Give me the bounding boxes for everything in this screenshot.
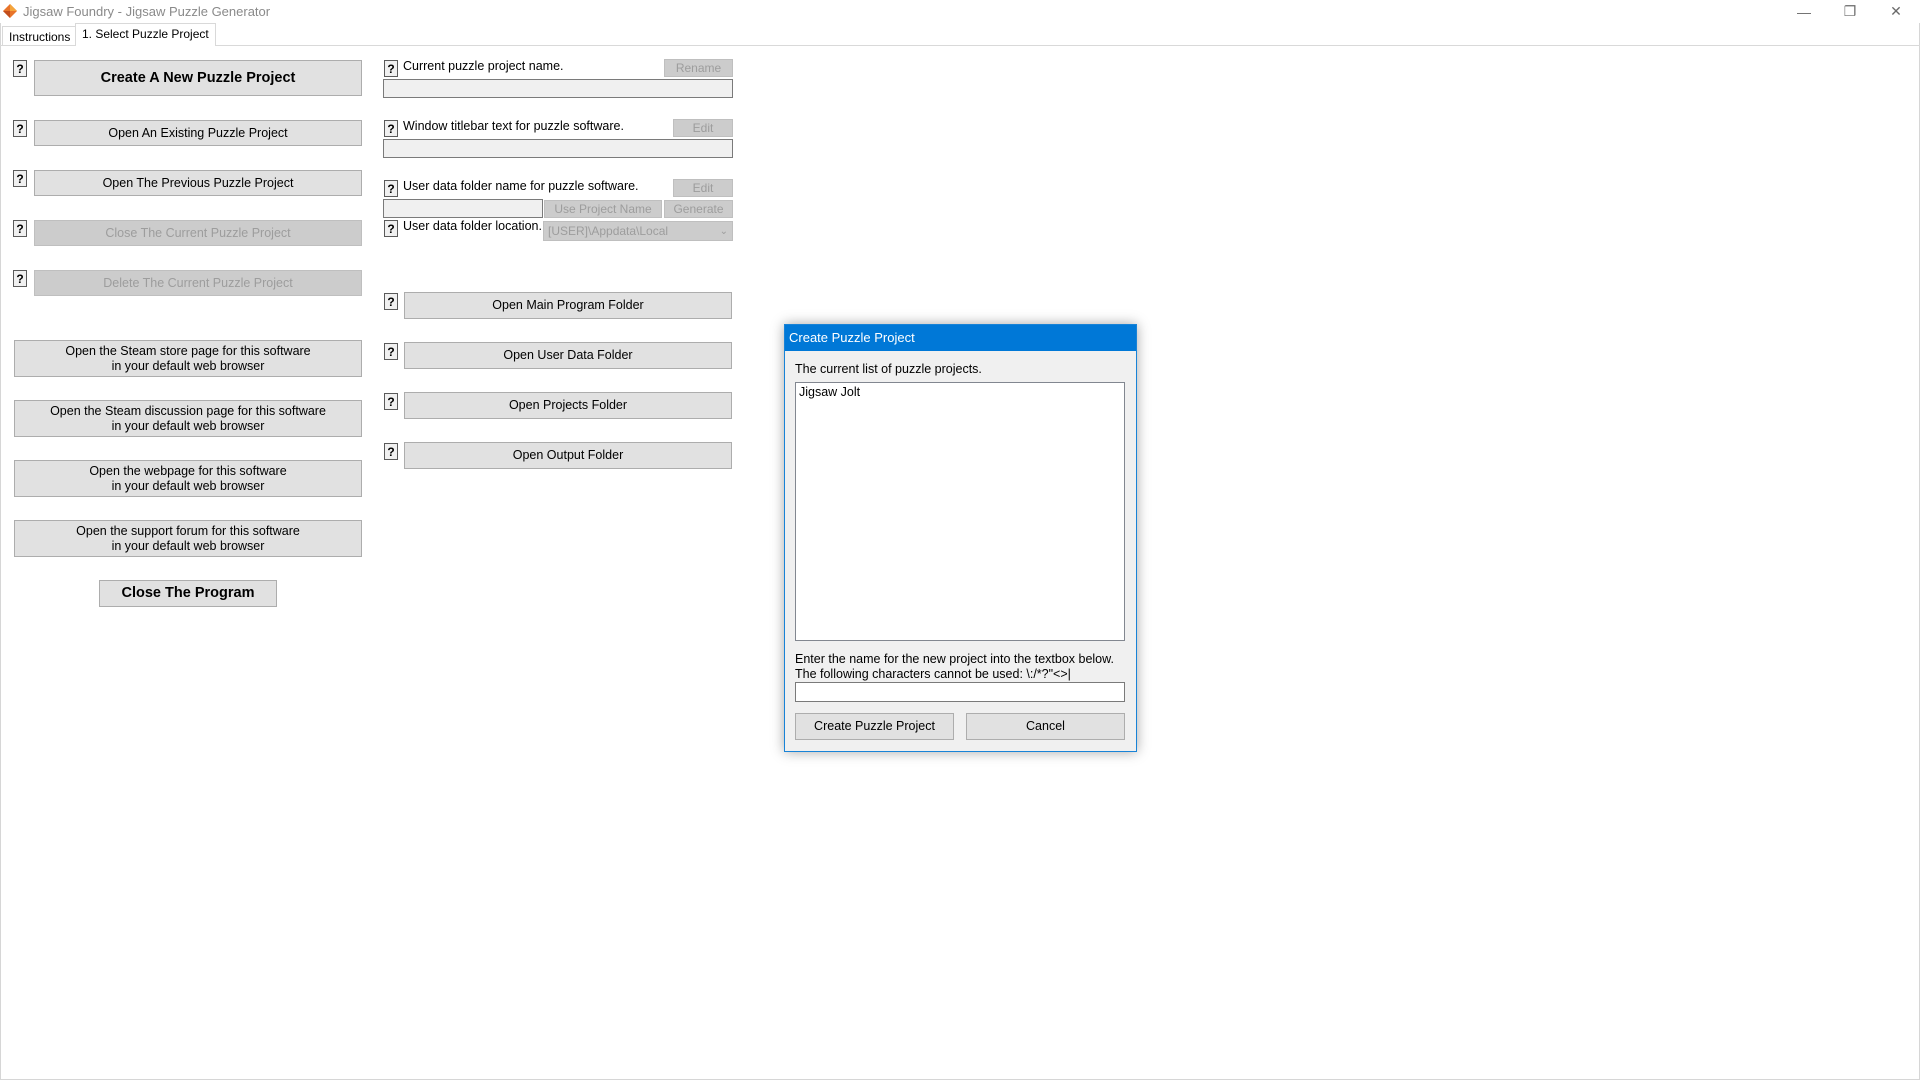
- dialog-title[interactable]: Create Puzzle Project: [785, 325, 1136, 351]
- minimize-icon[interactable]: —: [1781, 0, 1827, 23]
- support-forum-button[interactable]: Open the support forum for this software…: [14, 520, 362, 557]
- delete-current-project-button[interactable]: Delete The Current Puzzle Project: [34, 270, 362, 296]
- titlebar-text-field: [383, 139, 733, 158]
- window-title: Jigsaw Foundry - Jigsaw Puzzle Generator: [23, 4, 271, 19]
- project-name-field: [383, 79, 733, 98]
- help-icon[interactable]: ?: [384, 60, 398, 77]
- instruction-line-2: The following characters cannot be used:…: [795, 667, 1071, 681]
- window-titlebar: [0, 0, 1920, 23]
- list-item[interactable]: Jigsaw Jolt: [796, 383, 1124, 401]
- close-icon[interactable]: ✕: [1873, 0, 1919, 23]
- help-icon[interactable]: ?: [13, 220, 27, 237]
- userdata-location-select[interactable]: [USER]\Appdata\Local ⌄: [543, 221, 733, 241]
- create-new-project-button[interactable]: Create A New Puzzle Project: [34, 60, 362, 96]
- help-icon[interactable]: ?: [384, 120, 398, 137]
- webpage-button[interactable]: Open the webpage for this software in yo…: [14, 460, 362, 497]
- cancel-button[interactable]: Cancel: [966, 713, 1125, 740]
- project-list[interactable]: Jigsaw Jolt: [795, 382, 1125, 641]
- close-program-button[interactable]: Close The Program: [99, 580, 277, 607]
- project-name-input[interactable]: [795, 682, 1125, 702]
- rename-button[interactable]: Rename: [664, 59, 733, 77]
- titlebar-edit-button[interactable]: Edit: [673, 119, 733, 137]
- open-output-folder-button[interactable]: Open Output Folder: [404, 442, 732, 469]
- userdata-edit-button[interactable]: Edit: [673, 179, 733, 197]
- help-icon[interactable]: ?: [13, 270, 27, 287]
- close-current-project-button[interactable]: Close The Current Puzzle Project: [34, 220, 362, 246]
- project-list-label: The current list of puzzle projects.: [795, 362, 982, 376]
- help-icon[interactable]: ?: [384, 180, 398, 197]
- app-logo-icon: [3, 4, 17, 18]
- use-project-name-button[interactable]: Use Project Name: [544, 200, 662, 218]
- help-icon[interactable]: ?: [384, 293, 398, 310]
- project-name-label: Current puzzle project name.: [403, 59, 564, 73]
- tab-instructions[interactable]: Instructions: [2, 26, 78, 45]
- help-icon[interactable]: ?: [13, 120, 27, 137]
- help-icon[interactable]: ?: [384, 343, 398, 360]
- titlebar-text-label: Window titlebar text for puzzle software…: [403, 119, 624, 133]
- steam-discussion-button[interactable]: Open the Steam discussion page for this …: [14, 400, 362, 437]
- help-icon[interactable]: ?: [13, 60, 27, 77]
- help-icon[interactable]: ?: [13, 170, 27, 187]
- open-existing-project-button[interactable]: Open An Existing Puzzle Project: [34, 120, 362, 146]
- create-project-dialog: Create Puzzle Project The current list o…: [784, 324, 1137, 752]
- create-puzzle-project-button[interactable]: Create Puzzle Project: [795, 713, 954, 740]
- userdata-folder-label: User data folder name for puzzle softwar…: [403, 179, 639, 193]
- help-icon[interactable]: ?: [384, 393, 398, 410]
- open-projects-folder-button[interactable]: Open Projects Folder: [404, 392, 732, 419]
- tab-strip-divider: [0, 45, 1920, 46]
- userdata-location-value: [USER]\Appdata\Local: [548, 223, 669, 238]
- steam-store-button[interactable]: Open the Steam store page for this softw…: [14, 340, 362, 377]
- generate-button[interactable]: Generate: [664, 200, 733, 218]
- chevron-down-icon: ⌄: [719, 226, 728, 237]
- open-user-data-folder-button[interactable]: Open User Data Folder: [404, 342, 732, 369]
- tab-select-puzzle-project[interactable]: 1. Select Puzzle Project: [75, 23, 216, 46]
- restore-icon[interactable]: ❐: [1827, 0, 1873, 23]
- open-main-program-folder-button[interactable]: Open Main Program Folder: [404, 292, 732, 319]
- instruction-line-1: Enter the name for the new project into …: [795, 652, 1114, 666]
- help-icon[interactable]: ?: [384, 443, 398, 460]
- open-previous-project-button[interactable]: Open The Previous Puzzle Project: [34, 170, 362, 196]
- help-icon[interactable]: ?: [384, 220, 398, 237]
- userdata-location-label: User data folder location.: [403, 219, 542, 233]
- userdata-folder-field: [383, 199, 543, 218]
